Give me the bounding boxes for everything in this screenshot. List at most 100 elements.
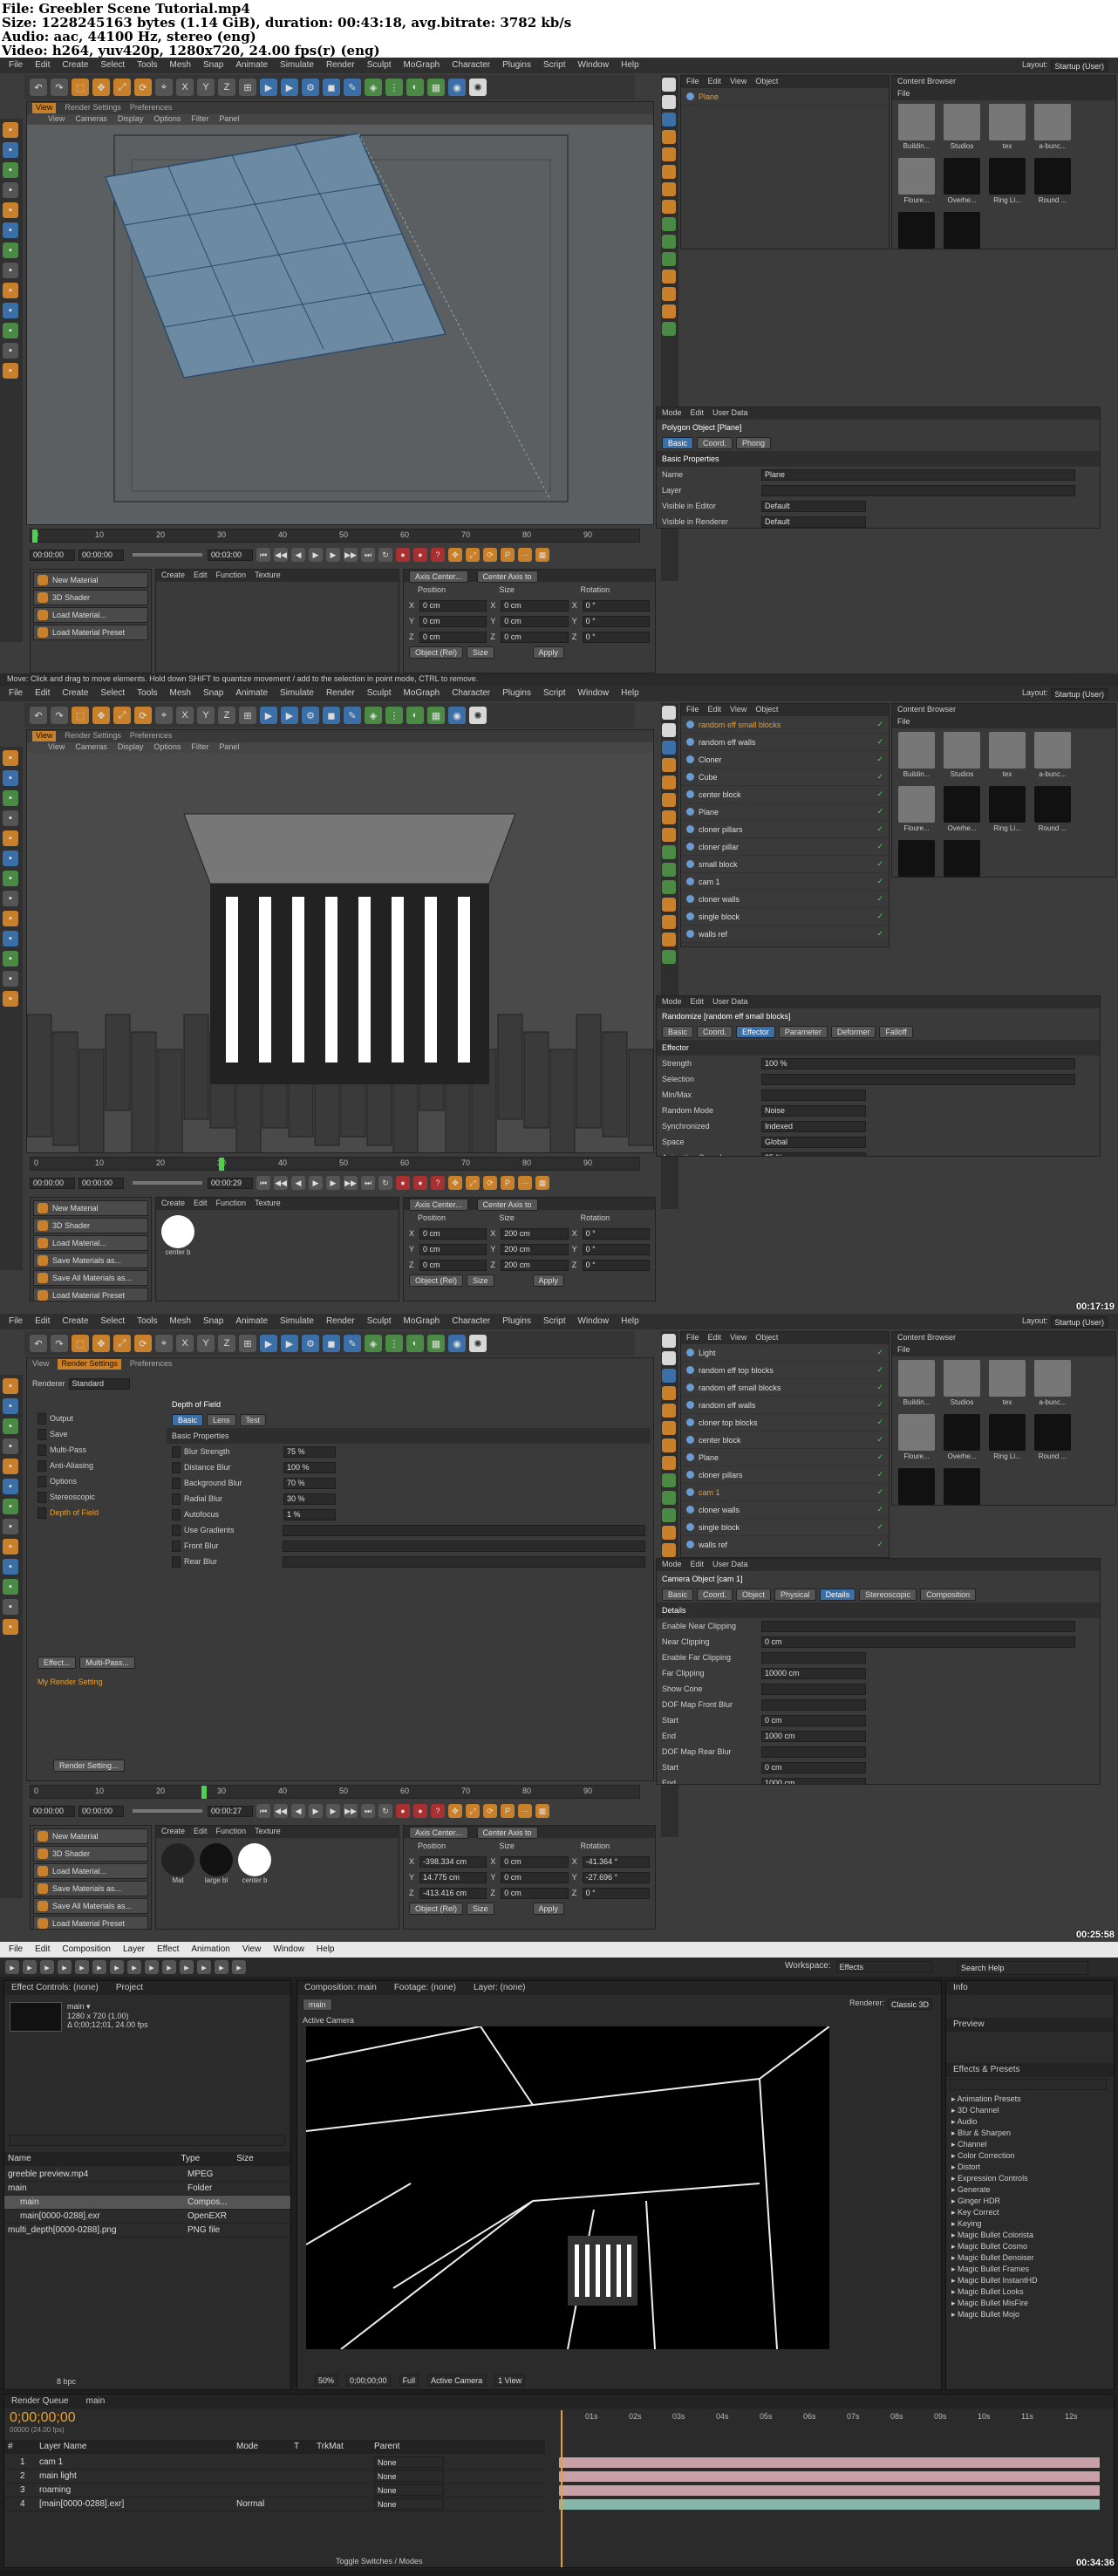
menu-window[interactable]: Window <box>578 688 610 699</box>
help-icon[interactable] <box>662 741 676 755</box>
object-row[interactable]: Cube ✓ <box>681 769 889 786</box>
expand-arrow-icon[interactable]: ▸ <box>951 2310 958 2319</box>
dof-tab-0[interactable]: Basic <box>172 1414 204 1426</box>
prop-value[interactable]: 0 cm <box>761 1714 866 1726</box>
range-slider[interactable] <box>133 553 202 557</box>
prop-value[interactable]: 0 cm <box>761 1761 866 1773</box>
preset-thumb[interactable]: a-bunc... <box>1032 1360 1074 1411</box>
range-slider[interactable] <box>133 1181 202 1185</box>
expand-arrow-icon[interactable]: ▸ <box>951 2219 958 2228</box>
expand-arrow-icon[interactable]: ▸ <box>951 2197 958 2205</box>
expand-arrow-icon[interactable]: ▸ <box>951 2140 958 2149</box>
subdiv-icon[interactable]: ◈ <box>365 707 382 724</box>
prev-key-icon[interactable]: ◀◀ <box>274 548 288 562</box>
visibility-icon[interactable]: ✓ <box>876 877 883 886</box>
timeline-ruler[interactable]: 0102030405060708090 <box>30 529 640 543</box>
preset-thumb[interactable]: Overhe... <box>941 786 983 837</box>
layer-row[interactable]: 2 main light None <box>4 2470 545 2484</box>
object-row[interactable]: walls ref ✓ <box>681 1536 889 1554</box>
menu-tools[interactable]: Tools <box>137 688 157 699</box>
sphere-icon[interactable] <box>662 95 676 109</box>
visibility-icon[interactable]: ✓ <box>876 842 883 851</box>
render-view-icon[interactable]: ▶ <box>260 79 277 96</box>
prev-key-icon[interactable]: ◀◀ <box>274 1176 288 1190</box>
menu-render[interactable]: Render <box>326 688 355 699</box>
layer-col-2[interactable]: Mode <box>236 2442 289 2451</box>
layout-value[interactable]: Startup (User) <box>1051 60 1108 72</box>
ae-menu-1[interactable]: Edit <box>35 1944 50 1955</box>
prev-frame-icon[interactable]: ◀ <box>291 548 305 562</box>
render-settings-icon[interactable]: ⚙ <box>302 1335 319 1352</box>
preset-thumb[interactable]: tex <box>986 1360 1028 1411</box>
coord-field[interactable]: 0 ° <box>582 631 651 643</box>
my-render-setting[interactable]: My Render Setting <box>32 1674 108 1690</box>
target-icon[interactable] <box>662 1543 676 1557</box>
select-tool-icon[interactable]: ⌖ <box>155 1335 173 1352</box>
effect-category[interactable]: ▸ Magic Bullet Mojo <box>946 2309 1114 2320</box>
vp-tab-1[interactable]: Render Settings <box>65 103 121 113</box>
coord-field[interactable]: 0 cm <box>501 631 569 643</box>
vp-menu-2[interactable]: Display <box>118 114 144 125</box>
effect-category[interactable]: ▸ Magic Bullet MisFire <box>946 2298 1114 2309</box>
play-icon[interactable]: ▶ <box>309 1804 323 1818</box>
rs-item[interactable]: Save <box>32 1426 163 1442</box>
coord-field[interactable]: 0 cm <box>419 631 487 643</box>
effect-category[interactable]: ▸ Magic Bullet Frames <box>946 2264 1114 2275</box>
camera-tool-icon[interactable]: ▸ <box>75 1960 89 1974</box>
layout-switch[interactable]: Layout: Startup (User) <box>1022 1316 1108 1328</box>
dof-checkbox[interactable] <box>172 1445 181 1458</box>
effects-search[interactable] <box>950 2079 1107 2090</box>
preset-thumb[interactable]: Studios <box>941 104 983 154</box>
visibility-icon[interactable]: ✓ <box>876 1435 883 1445</box>
axis-btn-0[interactable]: Axis Center... <box>409 571 468 583</box>
range-slider[interactable] <box>133 1809 202 1813</box>
coord-field[interactable]: 0 cm <box>419 1259 487 1271</box>
prev-frame-icon[interactable]: ◀ <box>291 1176 305 1190</box>
schedule-icon[interactable]: ▦ <box>535 1804 549 1818</box>
effect-category[interactable]: ▸ Generate <box>946 2184 1114 2196</box>
bg-icon[interactable] <box>662 217 676 231</box>
coord-field[interactable]: 0 ° <box>582 615 651 627</box>
rs-item[interactable]: Output <box>32 1411 163 1426</box>
layer-row[interactable]: 4 [main[0000-0288].exr] Normal None <box>4 2497 545 2511</box>
prop-value[interactable]: Indexed <box>761 1120 866 1132</box>
coord-icon[interactable]: ⊞ <box>239 707 256 724</box>
stage-icon[interactable] <box>662 235 676 249</box>
attr-tab-2[interactable]: Phong <box>736 437 772 449</box>
menu-select[interactable]: Select <box>100 60 125 71</box>
visibility-icon[interactable]: ✓ <box>876 824 883 834</box>
rs-checkbox[interactable] <box>37 1459 46 1472</box>
mat-menu-edit[interactable]: Edit <box>194 1827 208 1837</box>
menu-select[interactable]: Select <box>100 1316 125 1327</box>
menu-help[interactable]: Help <box>621 688 639 699</box>
sphere-icon[interactable] <box>662 1351 676 1365</box>
light-icon[interactable] <box>662 147 676 161</box>
layer-col-1[interactable]: Layer Name <box>39 2442 231 2451</box>
object-row[interactable]: small block ✓ <box>681 856 889 873</box>
material-btn-0[interactable]: New Material <box>33 572 148 588</box>
material-btn-2[interactable]: Load Material... <box>33 607 148 623</box>
record-icon[interactable]: ● <box>396 548 410 562</box>
comp-tab[interactable]: Composition: main <box>304 1983 377 1993</box>
workspace-select[interactable]: Effects <box>835 1961 932 1972</box>
preset-thumb[interactable]: a-bunc... <box>1032 732 1074 782</box>
effect-category[interactable]: ▸ Channel <box>946 2139 1114 2150</box>
axis-btn-0[interactable]: Axis Center... <box>409 1199 468 1211</box>
layer-duration-bar[interactable] <box>559 2471 1100 2482</box>
next-key-icon[interactable]: ▶▶ <box>344 548 358 562</box>
coord-field[interactable]: 0 cm <box>501 599 569 612</box>
apply-button[interactable]: Apply <box>532 1903 565 1915</box>
menu-edit[interactable]: Edit <box>35 60 50 71</box>
redo-icon[interactable]: ↷ <box>51 1335 68 1352</box>
coord-icon[interactable]: ⊞ <box>239 79 256 96</box>
viewer-ctrl-0[interactable]: 50% <box>315 2374 338 2386</box>
viewer-ctrl-3[interactable]: Active Camera <box>427 2374 487 2386</box>
object-rel-select[interactable]: Object (Rel) <box>409 1903 464 1915</box>
axis-btn-1[interactable]: Center Axis to <box>476 1199 538 1211</box>
effect-category[interactable]: ▸ Magic Bullet Looks <box>946 2286 1114 2298</box>
expand-arrow-icon[interactable]: ▸ <box>951 2253 958 2262</box>
menu-help[interactable]: Help <box>621 60 639 71</box>
project-col-2[interactable]: Size <box>236 2154 287 2163</box>
attr-menu-1[interactable]: Edit <box>691 1560 705 1570</box>
menu-plugins[interactable]: Plugins <box>502 688 531 699</box>
